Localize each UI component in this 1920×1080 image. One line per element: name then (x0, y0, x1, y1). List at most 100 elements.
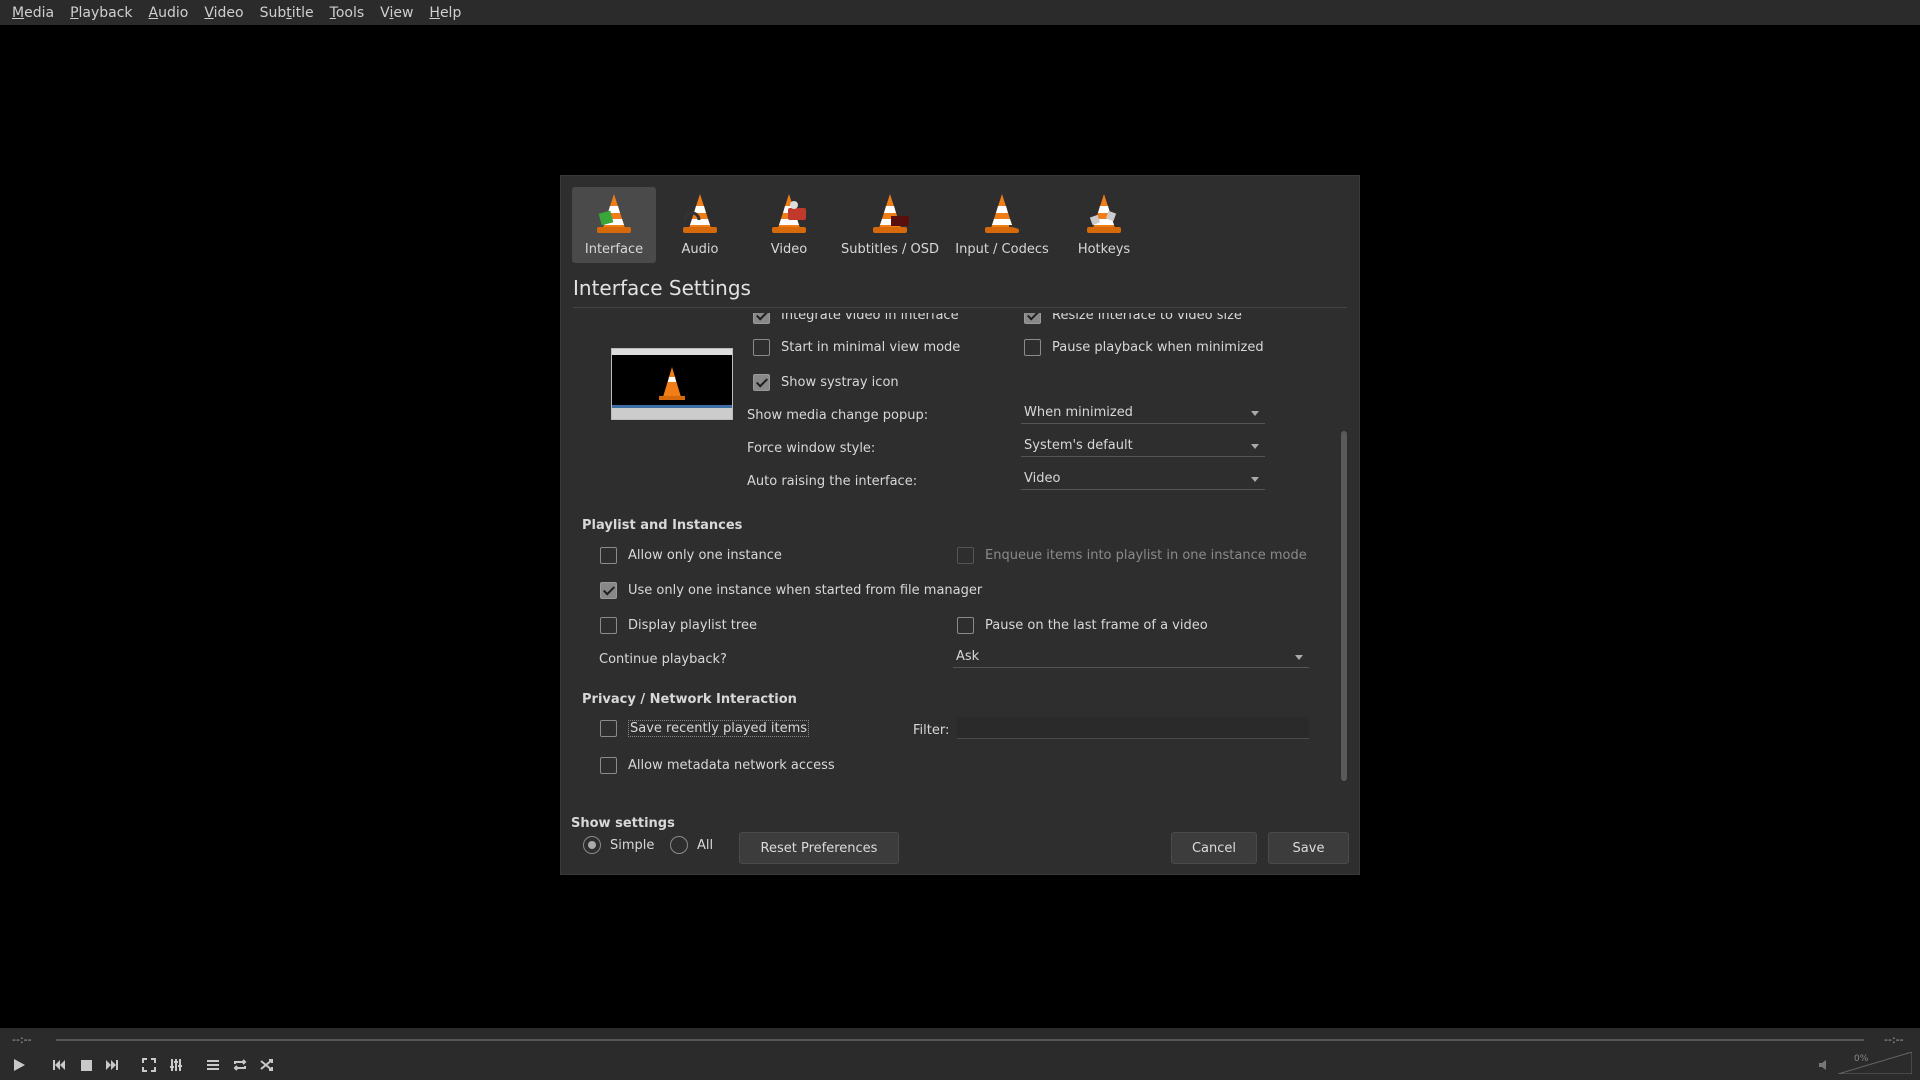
settings-scrollbar[interactable] (1338, 313, 1350, 801)
audio-cone-icon (683, 194, 717, 233)
auto-raise-label: Auto raising the interface: (747, 474, 918, 489)
page-title: Interface Settings (573, 276, 751, 300)
file-manager-checkbox[interactable] (600, 582, 617, 599)
systray-row[interactable]: Show systray icon (753, 374, 899, 391)
loop-icon[interactable] (231, 1056, 249, 1074)
category-interface[interactable]: Interface (572, 187, 656, 263)
menu-video[interactable]: Video (196, 5, 251, 21)
save-button[interactable]: Save (1268, 832, 1349, 864)
metadata-access-row[interactable]: Allow metadata network access (600, 757, 835, 774)
input-codecs-cone-icon (985, 194, 1022, 233)
one-instance-label: Allow only one instance (628, 548, 782, 563)
metadata-access-checkbox[interactable] (600, 757, 617, 774)
file-manager-label: Use only one instance when started from … (628, 583, 983, 598)
extended-settings-icon[interactable] (167, 1056, 185, 1074)
integrate-video-checkbox[interactable] (753, 313, 770, 324)
seek-slider[interactable] (56, 1039, 1864, 1041)
menu-audio[interactable]: Audio (141, 5, 197, 21)
resize-interface-row[interactable]: Resize interface to video size (1024, 313, 1242, 324)
next-icon[interactable] (103, 1056, 121, 1074)
player-control-bar: --:-- --:-- 0% (0, 1028, 1920, 1080)
privacy-section-heading: Privacy / Network Interaction (582, 692, 797, 707)
pause-last-frame-row[interactable]: Pause on the last frame of a video (957, 617, 1208, 634)
category-audio[interactable]: Audio (656, 187, 744, 263)
pause-minimized-row[interactable]: Pause playback when minimized (1024, 339, 1264, 356)
chevron-down-icon (1251, 411, 1259, 416)
vlc-preview-icon (612, 349, 732, 419)
category-hotkeys[interactable]: Hotkeys (1058, 187, 1150, 263)
minimal-view-checkbox[interactable] (753, 339, 770, 356)
media-popup-select[interactable]: When minimized (1021, 402, 1265, 424)
menu-media[interactable]: Media (4, 5, 62, 21)
enqueue-label: Enqueue items into playlist in one insta… (985, 548, 1307, 563)
pause-last-frame-checkbox[interactable] (957, 617, 974, 634)
continue-playback-value: Ask (956, 649, 980, 664)
interface-cone-icon (597, 194, 631, 233)
minimal-view-row[interactable]: Start in minimal view mode (753, 339, 960, 356)
title-divider (573, 307, 1347, 308)
continue-playback-select[interactable]: Ask (953, 646, 1309, 668)
all-label: All (697, 837, 714, 853)
integrate-video-row[interactable]: Integrate video in interface (753, 313, 959, 324)
auto-raise-select[interactable]: Video (1021, 468, 1265, 490)
simple-radio-row[interactable]: Simple (583, 836, 654, 854)
category-subtitles-osd[interactable]: Subtitles / OSD (834, 187, 946, 263)
settings-panel: Integrate video in interface Resize inte… (573, 313, 1343, 801)
cancel-button[interactable]: Cancel (1171, 832, 1257, 864)
playlist-tree-row[interactable]: Display playlist tree (600, 617, 757, 634)
category-label: Video (770, 242, 808, 257)
speaker-icon[interactable] (1815, 1056, 1833, 1074)
window-style-select[interactable]: System's default (1021, 435, 1265, 457)
pause-minimized-label: Pause playback when minimized (1052, 340, 1264, 355)
elapsed-time: --:-- (12, 1033, 32, 1046)
one-instance-row[interactable]: Allow only one instance (600, 547, 782, 564)
integrate-video-label: Integrate video in interface (781, 313, 959, 323)
file-manager-row[interactable]: Use only one instance when started from … (600, 582, 982, 599)
playlist-tree-checkbox[interactable] (600, 617, 617, 634)
minimal-view-label: Start in minimal view mode (781, 340, 961, 355)
shuffle-icon[interactable] (258, 1056, 276, 1074)
auto-raise-value: Video (1024, 471, 1061, 486)
category-input-codecs[interactable]: Input / Codecs (946, 187, 1058, 263)
media-popup-label: Show media change popup: (747, 408, 929, 423)
menu-help[interactable]: Help (421, 5, 469, 21)
hotkeys-cone-icon (1087, 194, 1121, 233)
category-bar: Interface Audio Video Subtitles / OSD In… (572, 187, 1150, 263)
enqueue-row: Enqueue items into playlist in one insta… (957, 547, 1307, 564)
remaining-time: --:-- (1884, 1033, 1904, 1046)
media-popup-value: When minimized (1024, 405, 1133, 420)
metadata-access-label: Allow metadata network access (628, 758, 835, 773)
interface-preview-image (611, 348, 733, 420)
resize-interface-label: Resize interface to video size (1052, 313, 1242, 323)
chevron-down-icon (1295, 655, 1303, 660)
fullscreen-icon[interactable] (140, 1056, 158, 1074)
all-radio[interactable] (670, 836, 688, 854)
category-label: Hotkeys (1077, 242, 1131, 257)
menu-subtitle[interactable]: Subtitle (252, 5, 322, 21)
scrollbar-thumb[interactable] (1341, 431, 1347, 781)
show-settings-label: Show settings (571, 816, 675, 831)
recent-items-row[interactable]: Save recently played items (600, 720, 810, 737)
pause-minimized-checkbox[interactable] (1024, 339, 1041, 356)
category-label: Interface (584, 242, 644, 257)
previous-icon[interactable] (50, 1056, 68, 1074)
filter-input[interactable] (957, 717, 1309, 739)
all-radio-row[interactable]: All (670, 836, 713, 854)
simple-radio[interactable] (583, 836, 601, 854)
menu-tools[interactable]: Tools (322, 5, 373, 21)
recent-items-checkbox[interactable] (600, 720, 617, 737)
systray-checkbox[interactable] (753, 374, 770, 391)
resize-interface-checkbox[interactable] (1024, 313, 1041, 324)
systray-label: Show systray icon (781, 375, 899, 390)
menu-view[interactable]: View (372, 5, 421, 21)
subtitles-cone-icon (873, 194, 909, 233)
play-icon[interactable] (10, 1056, 28, 1074)
category-video[interactable]: Video (744, 187, 834, 263)
menu-playback[interactable]: Playback (62, 5, 140, 21)
stop-icon[interactable] (77, 1056, 95, 1074)
volume-slider[interactable]: 0% (1837, 1051, 1913, 1075)
one-instance-checkbox[interactable] (600, 547, 617, 564)
recent-items-label: Save recently played items (628, 720, 810, 737)
playlist-icon[interactable] (204, 1056, 222, 1074)
reset-preferences-button[interactable]: Reset Preferences (739, 832, 899, 864)
